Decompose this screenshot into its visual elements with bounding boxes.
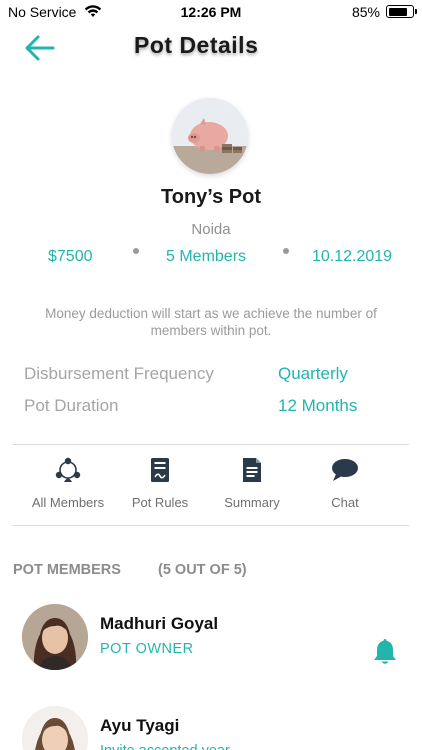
piggy-bank-image (172, 98, 248, 174)
list-item[interactable]: Ayu Tyagi Invite accepted year (0, 706, 422, 750)
action-bar: All Members Pot Rules Summary Chat (0, 452, 422, 518)
avatar (22, 604, 88, 670)
member-role: Invite accepted year (100, 743, 230, 750)
pot-rules-button[interactable]: Pot Rules (110, 452, 210, 518)
action-label: All Members (31, 495, 105, 510)
chat-bubble-icon (332, 459, 358, 481)
page-title: Pot Details (134, 32, 259, 58)
pot-stats: $7500 5 Members 10.12.2019 (0, 248, 422, 268)
info-value: Quarterly (278, 364, 348, 383)
info-label: Disbursement Frequency (24, 364, 214, 383)
action-label: Pot Rules (131, 495, 189, 510)
header: Pot Details (0, 24, 422, 70)
pot-location: Noida (191, 221, 231, 238)
summary-button[interactable]: Summary (202, 452, 302, 518)
members-group-icon (55, 457, 81, 482)
divider (13, 525, 409, 526)
pot-duration-row: Pot Duration 12 Months (24, 396, 394, 416)
member-photo (22, 706, 88, 750)
action-label: Summary (224, 495, 280, 510)
section-title: POT MEMBERS (13, 562, 121, 578)
info-label: Pot Duration (24, 396, 119, 415)
divider (13, 444, 409, 445)
pot-members-count: 5 Members (166, 248, 247, 265)
separator-dot (283, 248, 289, 254)
all-members-button[interactable]: All Members (18, 452, 118, 518)
pot-name: Tony’s Pot (161, 186, 261, 208)
disbursement-frequency-row: Disbursement Frequency Quarterly (24, 364, 394, 384)
member-count: (5 OUT OF 5) (158, 562, 247, 578)
member-name: Ayu Tyagi (100, 716, 180, 735)
rules-document-icon (151, 458, 169, 482)
pot-amount: $7500 (48, 248, 93, 265)
member-name: Madhuri Goyal (100, 614, 219, 633)
avatar (22, 706, 88, 750)
separator-dot (133, 248, 139, 254)
battery-percent: 85% (351, 4, 380, 20)
status-bar: No Service 12:26 PM 85% (0, 0, 422, 24)
member-role: POT OWNER (100, 641, 194, 657)
chat-button[interactable]: Chat (295, 452, 395, 518)
deduction-notice: Money deduction will start as we achieve… (45, 306, 377, 338)
list-item[interactable]: Madhuri Goyal POT OWNER (0, 604, 422, 674)
member-photo (22, 604, 88, 670)
pot-date: 10.12.2019 (312, 248, 393, 265)
info-value: 12 Months (278, 396, 358, 415)
bell-icon[interactable] (372, 637, 398, 665)
action-label: Chat (331, 495, 359, 510)
arrow-left-icon[interactable] (24, 34, 56, 62)
summary-document-icon (243, 458, 261, 482)
pot-avatar (172, 98, 248, 174)
battery-icon (386, 5, 417, 18)
